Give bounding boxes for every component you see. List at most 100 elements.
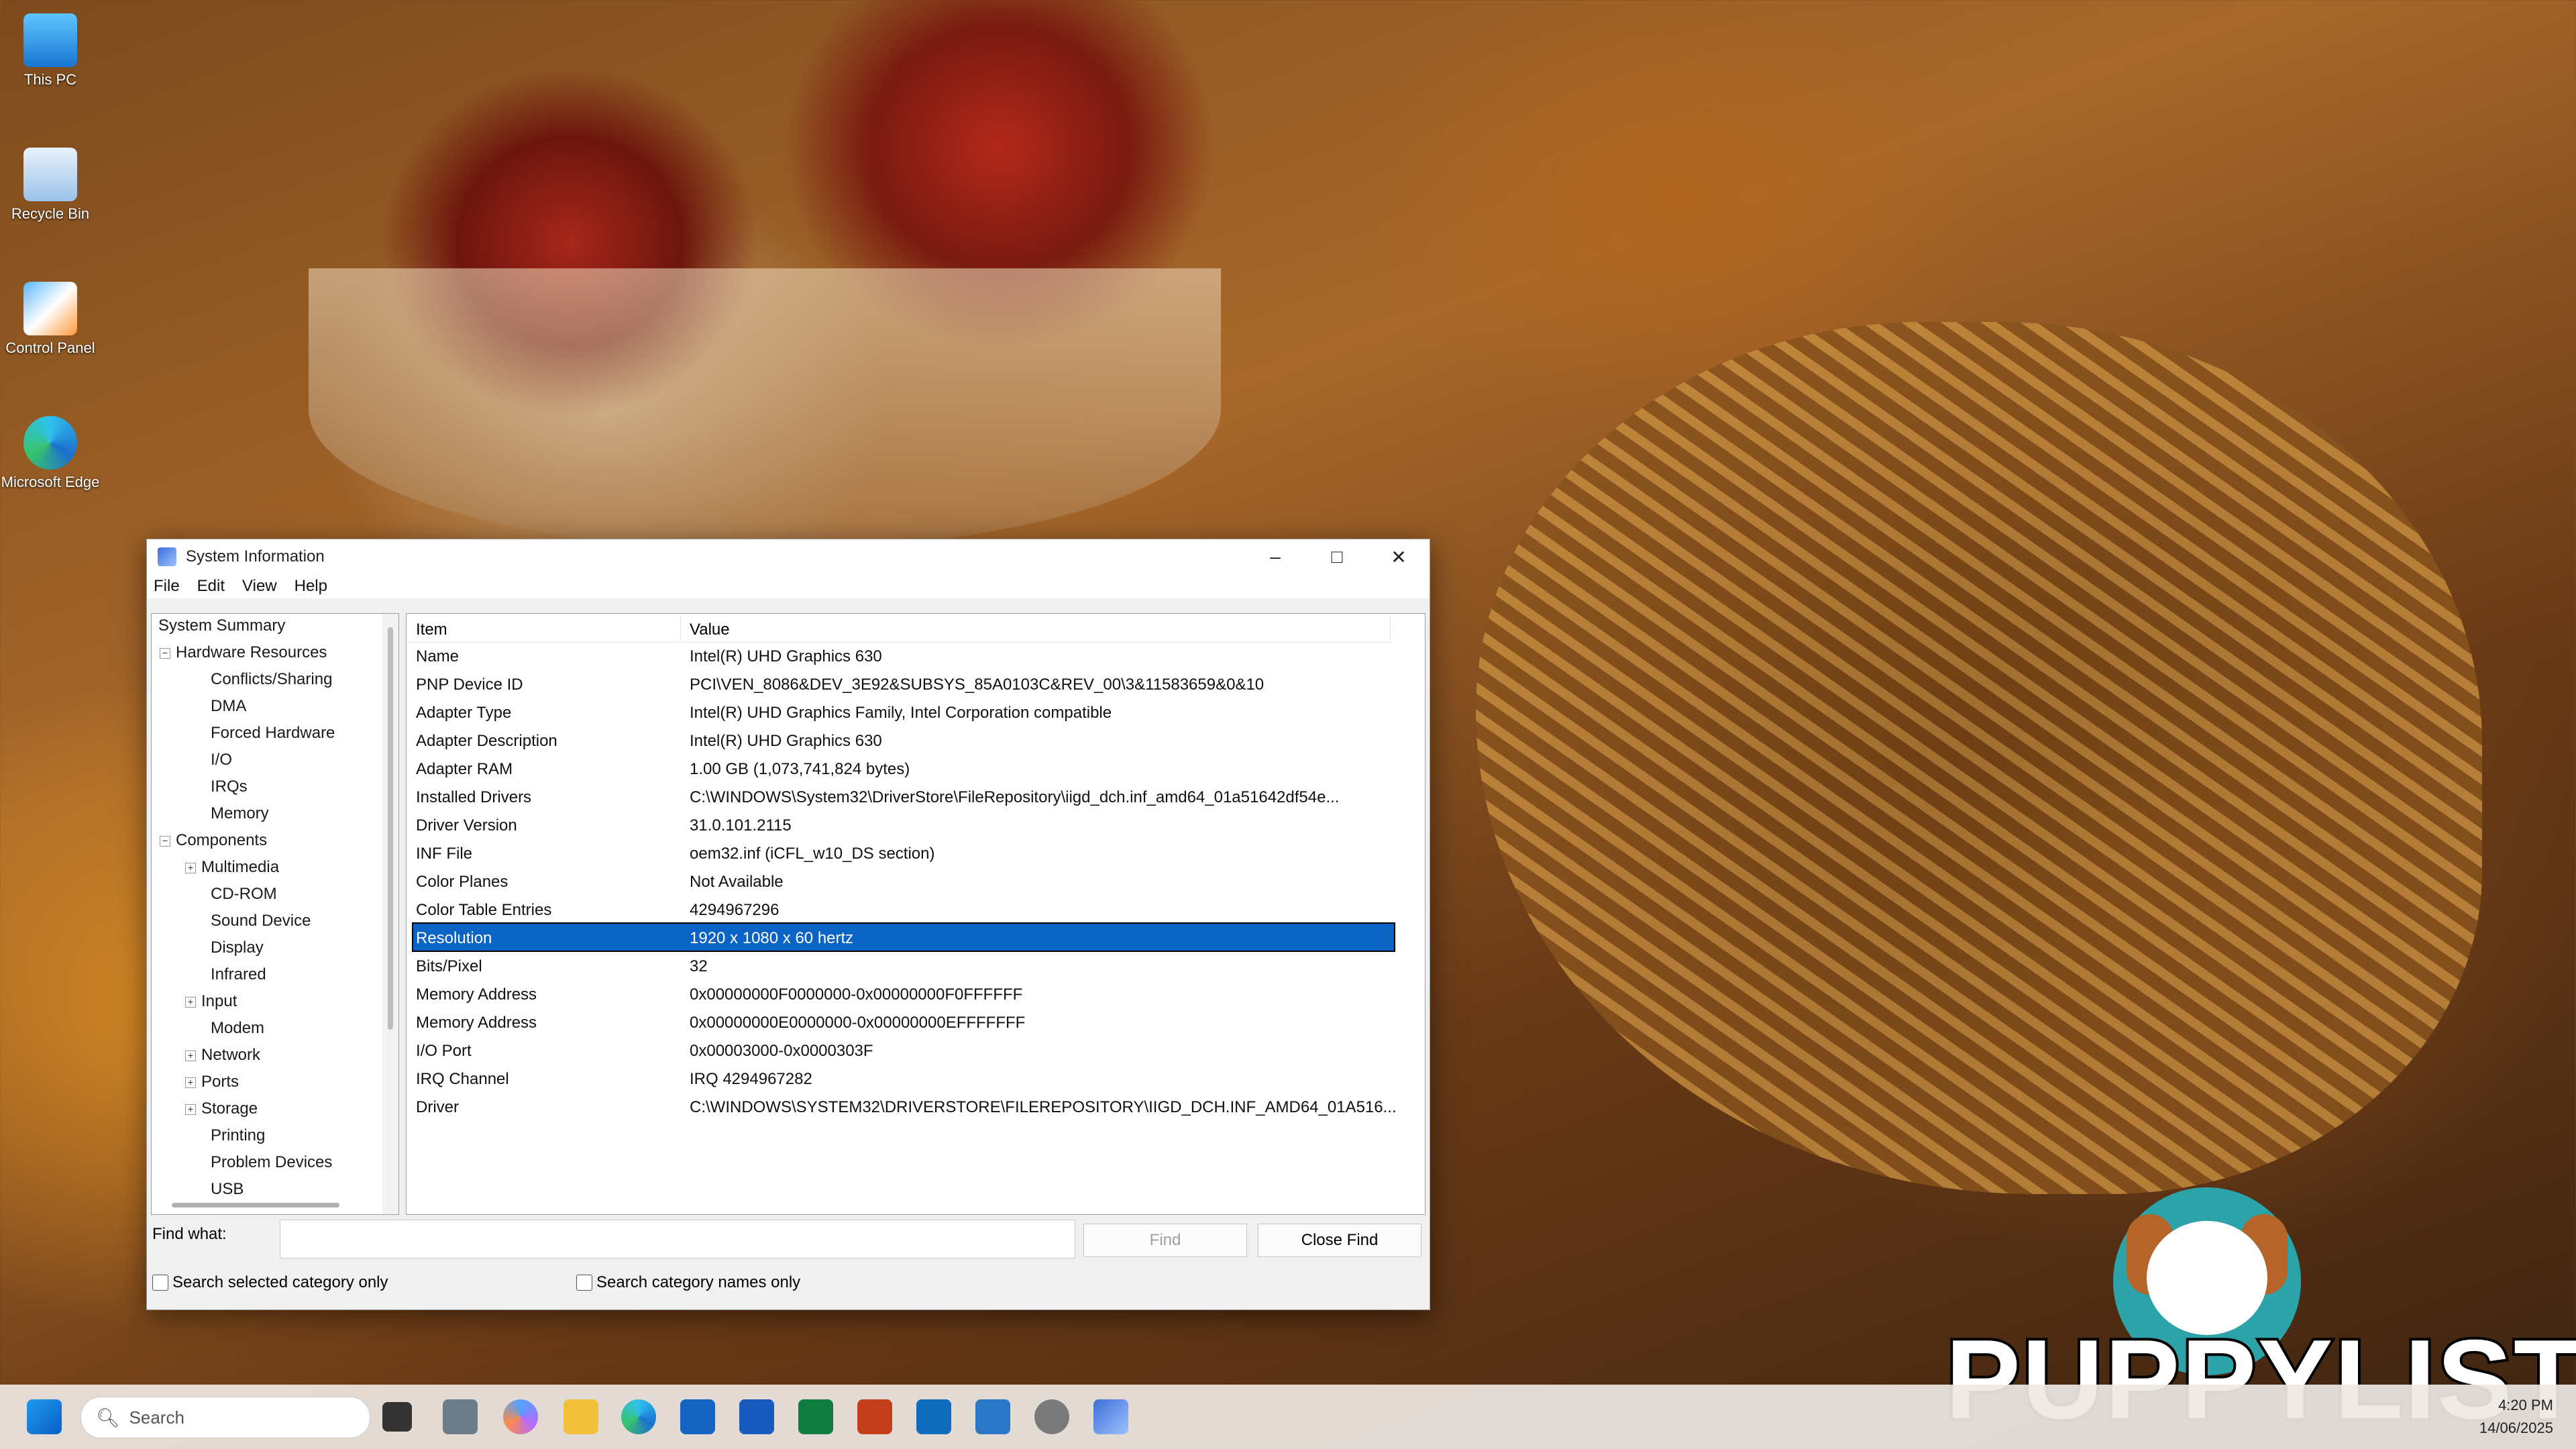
tree-item[interactable]: Conflicts/Sharing	[211, 670, 332, 689]
desktop-icon-label: Recycle Bin	[11, 205, 90, 222]
tree-item[interactable]: Sound Device	[211, 912, 311, 930]
wallpaper-basket	[1476, 322, 2482, 1194]
tree-item[interactable]: − Hardware Resources	[160, 643, 327, 662]
title-bar[interactable]: System Information – □ ✕	[147, 539, 1430, 574]
tree-item[interactable]: Forced Hardware	[211, 724, 335, 743]
menu-help[interactable]: Help	[294, 577, 327, 596]
checkbox-box[interactable]	[152, 1275, 168, 1291]
details-table[interactable]: Item Value Name Intel(R) UHD Graphics 630…	[406, 613, 1426, 1215]
tree-item[interactable]: System Summary	[158, 616, 285, 635]
tree-item[interactable]: + Ports	[185, 1073, 239, 1091]
find-button[interactable]: Find	[1083, 1224, 1247, 1257]
file-explorer-icon[interactable]	[564, 1399, 598, 1434]
tree-item[interactable]: I/O	[211, 751, 232, 769]
tree-item[interactable]: Infrared	[211, 965, 266, 984]
taskbar: 🔍︎ Search 4:20 PM 14/06/2025	[0, 1385, 2576, 1449]
collapse-icon[interactable]: −	[160, 835, 170, 847]
expand-icon[interactable]: +	[185, 1050, 196, 1061]
system-information-taskbar-icon[interactable]	[1093, 1399, 1128, 1434]
tree-item[interactable]: Memory	[211, 804, 269, 823]
expand-icon[interactable]: +	[185, 1077, 196, 1088]
minimize-button[interactable]: –	[1244, 539, 1306, 574]
table-row[interactable]: Bits/Pixel 32	[413, 952, 1394, 979]
desktop-icon-label: This PC	[23, 71, 77, 88]
powerpoint-icon[interactable]	[857, 1399, 892, 1434]
close-button[interactable]: ✕	[1368, 539, 1430, 574]
tree-horizontal-scrollbar[interactable]	[172, 1203, 339, 1208]
tree-item[interactable]: + Network	[185, 1046, 260, 1065]
table-row[interactable]: Memory Address 0x00000000F0000000-0x00000…	[413, 980, 1394, 1007]
maximize-button[interactable]: □	[1306, 539, 1368, 574]
search-selected-category-checkbox[interactable]: Search selected category only	[152, 1273, 388, 1292]
table-row[interactable]: Adapter RAM 1.00 GB (1,073,741,824 bytes)	[413, 755, 1394, 782]
taskbar-clock[interactable]: 4:20 PM 14/06/2025	[2479, 1394, 2553, 1440]
tree-item[interactable]: CD-ROM	[211, 885, 277, 904]
table-row[interactable]: Adapter Type Intel(R) UHD Graphics Family…	[413, 698, 1394, 725]
task-view-icon[interactable]	[382, 1402, 412, 1432]
this-pc-icon	[23, 13, 77, 67]
table-row-selected[interactable]: Resolution 1920 x 1080 x 60 hertz	[412, 922, 1395, 952]
table-row[interactable]: Driver C:\WINDOWS\SYSTEM32\DRIVERSTORE\FI…	[413, 1093, 1397, 1120]
tree-item[interactable]: Modem	[211, 1019, 264, 1038]
camera-app-icon[interactable]	[443, 1399, 478, 1434]
table-row[interactable]: INF File oem32.inf (iCFL_w10_DS section)	[413, 839, 1394, 866]
control-panel-icon	[23, 282, 77, 335]
table-row[interactable]: Color Planes Not Available	[413, 867, 1394, 894]
search-category-names-checkbox[interactable]: Search category names only	[576, 1273, 800, 1292]
collapse-icon[interactable]: −	[160, 647, 170, 659]
table-row[interactable]: I/O Port 0x00003000-0x0000303F	[413, 1036, 1394, 1063]
menu-edit[interactable]: Edit	[197, 577, 225, 596]
edge-taskbar-icon[interactable]	[621, 1399, 656, 1434]
desktop-icon-edge[interactable]: Microsoft Edge	[0, 416, 101, 491]
desktop-icon-label: Microsoft Edge	[1, 474, 100, 490]
taskbar-search-box[interactable]: 🔍︎ Search	[80, 1397, 370, 1438]
tree-item[interactable]: DMA	[211, 697, 246, 716]
tree-item[interactable]: − Components	[160, 831, 267, 850]
column-header-item[interactable]: Item	[416, 621, 447, 639]
table-row[interactable]: PNP Device ID PCI\VEN_8086&DEV_3E92&SUBSY…	[413, 670, 1394, 697]
table-header: Item Value	[407, 614, 1393, 643]
tree-item[interactable]: + Multimedia	[185, 858, 279, 877]
wallpaper-bowl	[309, 268, 1221, 550]
tree-vertical-scrollbar[interactable]	[382, 614, 398, 1214]
checkbox-box[interactable]	[576, 1275, 592, 1291]
category-tree[interactable]: System Summary − Hardware Resources Confl…	[151, 613, 399, 1215]
outlook-icon[interactable]	[916, 1399, 951, 1434]
table-row[interactable]: Adapter Description Intel(R) UHD Graphics…	[413, 727, 1394, 753]
system-information-window: System Information – □ ✕ File Edit View …	[146, 539, 1430, 1310]
tree-item[interactable]: IRQs	[211, 777, 248, 796]
table-row[interactable]: Memory Address 0x00000000E0000000-0x00000…	[413, 1008, 1394, 1035]
settings-icon[interactable]	[1034, 1399, 1069, 1434]
clock-time: 4:20 PM	[2498, 1397, 2553, 1413]
excel-icon[interactable]	[798, 1399, 833, 1434]
copilot-icon[interactable]	[503, 1399, 538, 1434]
expand-icon[interactable]: +	[185, 862, 196, 873]
tree-item[interactable]: + Input	[185, 992, 237, 1011]
desktop-icon-this-pc[interactable]: This PC	[0, 13, 101, 89]
table-row[interactable]: Driver Version 31.0.101.2115	[413, 811, 1394, 838]
table-row[interactable]: Installed Drivers C:\WINDOWS\System32\Dri…	[413, 783, 1394, 810]
expand-icon[interactable]: +	[185, 996, 196, 1008]
column-header-value[interactable]: Value	[690, 621, 730, 639]
find-what-input[interactable]	[280, 1220, 1075, 1258]
store-icon[interactable]	[680, 1399, 715, 1434]
tree-item[interactable]: Printing	[211, 1126, 265, 1145]
table-row[interactable]: IRQ Channel IRQ 4294967282	[413, 1065, 1394, 1091]
tree-item[interactable]: USB	[211, 1180, 244, 1197]
close-find-button[interactable]: Close Find	[1258, 1224, 1421, 1257]
tree-item[interactable]: Problem Devices	[211, 1153, 332, 1172]
windows-start-icon[interactable]	[27, 1399, 62, 1434]
word-icon[interactable]	[739, 1399, 774, 1434]
tree-item[interactable]: + Storage	[185, 1099, 258, 1118]
remote-desktop-icon[interactable]	[975, 1399, 1010, 1434]
desktop-icon-control-panel[interactable]: Control Panel	[0, 282, 101, 357]
menu-view[interactable]: View	[242, 577, 277, 596]
expand-icon[interactable]: +	[185, 1104, 196, 1115]
table-row[interactable]: Name Intel(R) UHD Graphics 630	[413, 642, 1394, 669]
table-row[interactable]: Color Table Entries 4294967296	[413, 896, 1394, 922]
menu-file[interactable]: File	[154, 577, 180, 596]
window-title: System Information	[186, 547, 325, 566]
desktop-icon-recycle-bin[interactable]: Recycle Bin	[0, 148, 101, 223]
tree-item[interactable]: Display	[211, 938, 264, 957]
search-icon: 🔍︎	[96, 1407, 120, 1428]
